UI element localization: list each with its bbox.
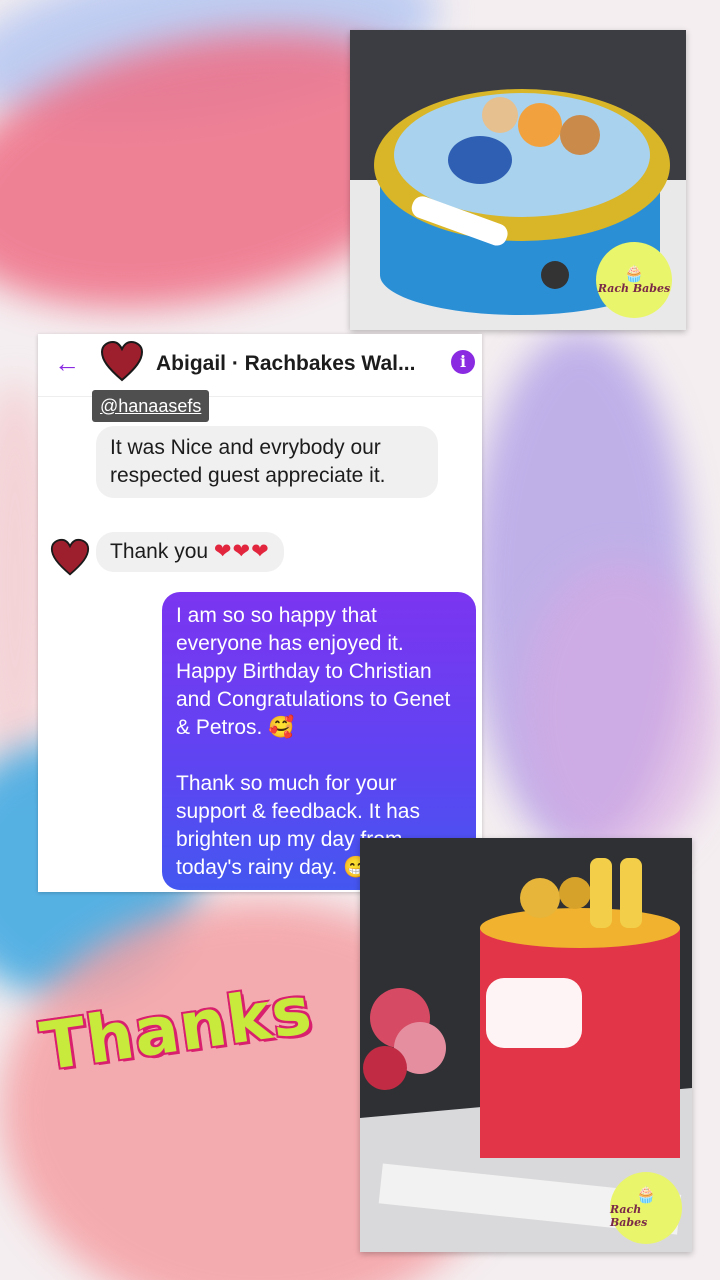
paw-patrol-cake-photo: 🧁 Rach Babes: [350, 30, 686, 330]
rach-babes-logo: 🧁 Rach Babes: [596, 242, 672, 318]
chat-header: ← Abigail · Rachbakes Wal... i: [38, 334, 482, 394]
heart-avatar-icon[interactable]: [100, 340, 144, 384]
mention-tag: @hanaasefs: [92, 390, 210, 422]
incoming-message: It was Nice and evrybody our respected g…: [96, 426, 438, 498]
messenger-chat-screenshot: ← Abigail · Rachbakes Wal... i @hanaasef…: [38, 334, 482, 892]
rach-babes-logo: 🧁 Rach Babes: [610, 1172, 682, 1244]
message-text: Thank you: [110, 540, 209, 563]
sender-heart-avatar-icon: [50, 538, 90, 576]
info-icon[interactable]: i: [451, 350, 475, 374]
back-arrow-icon[interactable]: ←: [54, 348, 80, 379]
red-hearts-emoji: ❤❤❤: [213, 540, 270, 563]
message-paragraph: I am so so happy that everyone has enjoy…: [176, 604, 451, 739]
incoming-message: Thank you ❤❤❤: [96, 532, 284, 572]
contact-name[interactable]: Abigail · Rachbakes Wal...: [156, 352, 415, 376]
anniversary-cake-photo: 🧁 Rach Babes: [360, 838, 692, 1252]
